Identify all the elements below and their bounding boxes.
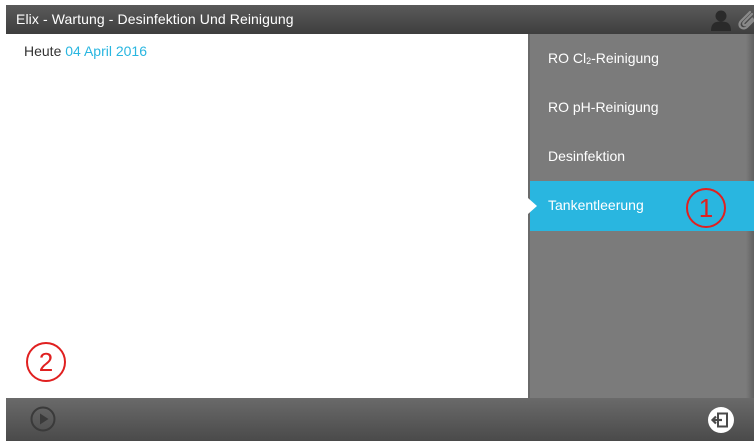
screen: Elix - Wartung - Desinfektion Und Reinig… [0, 0, 754, 441]
sidebar-item-ro-ph-reinigung[interactable]: RO pH-Reinigung [530, 83, 754, 133]
bottom-bar [6, 398, 754, 441]
paperclip-icon[interactable] [736, 8, 754, 32]
sidebar-item-label: Desinfektion [548, 148, 626, 164]
title-bar: Elix - Wartung - Desinfektion Und Reinig… [6, 5, 754, 34]
play-icon[interactable] [30, 406, 56, 432]
today-date: 04 April 2016 [65, 43, 147, 59]
sidebar-item-label: Tankentleerung [548, 197, 644, 213]
sidebar-item-label: RO pH-Reinigung [548, 99, 659, 115]
sidebar-item-desinfektion[interactable]: Desinfektion [530, 132, 754, 182]
annotation-marker-2: 2 [26, 342, 66, 382]
window-title: Elix - Wartung - Desinfektion Und Reinig… [16, 11, 294, 27]
sidebar-item-label: RO Cl2-Reinigung [548, 50, 659, 66]
annotation-marker-1: 1 [686, 188, 726, 228]
sidebar-item-ro-cl2-reinigung[interactable]: RO Cl2-Reinigung [530, 34, 754, 84]
today-label: Heute [24, 43, 62, 59]
exit-icon[interactable] [707, 406, 735, 434]
today-date-line: Heute 04 April 2016 [24, 43, 147, 59]
main-content: Heute 04 April 2016 [6, 34, 528, 398]
user-icon[interactable] [710, 9, 732, 31]
